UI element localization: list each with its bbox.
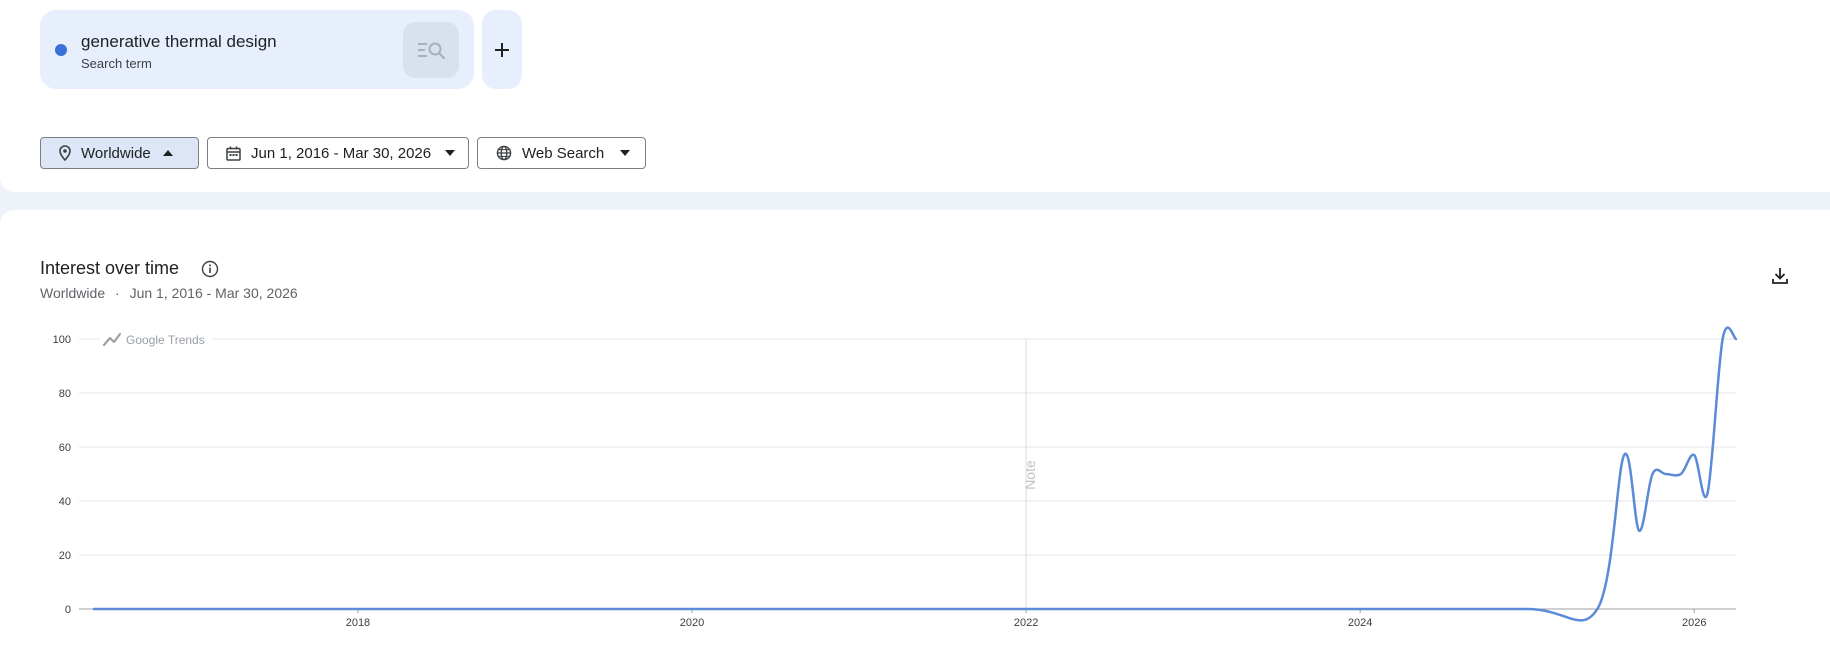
date-range-filter[interactable]: Jun 1, 2016 - Mar 30, 2026: [207, 137, 469, 169]
note-label: Note: [1022, 460, 1038, 490]
location-filter-label: Worldwide: [81, 144, 151, 162]
search-term-type: Search term: [81, 56, 152, 71]
y-tick-label: 0: [65, 604, 71, 616]
caret-up-icon: [162, 150, 173, 156]
date-range-label: Jun 1, 2016 - Mar 30, 2026: [251, 144, 432, 162]
location-pin-icon: [59, 145, 71, 161]
y-tick-label: 40: [59, 496, 71, 508]
x-tick-label: 2022: [1014, 617, 1038, 629]
y-tick-label: 80: [59, 388, 71, 400]
x-tick-label: 2020: [680, 617, 704, 629]
search-term-options-button[interactable]: [403, 22, 459, 78]
search-term-name[interactable]: generative thermal design: [81, 32, 277, 52]
location-filter[interactable]: Worldwide: [40, 137, 199, 169]
caret-down-icon: [445, 150, 456, 156]
series-line: [92, 326, 1738, 622]
y-tick-label: 100: [53, 334, 71, 346]
search-type-filter[interactable]: Web Search: [477, 137, 646, 169]
calendar-icon: [226, 146, 241, 161]
search-type-label: Web Search: [522, 144, 605, 162]
x-tick-label: 2024: [1348, 617, 1372, 629]
globe-icon: [496, 145, 512, 161]
top-panel: generative thermal design Search term Wo…: [0, 0, 1830, 192]
y-tick-label: 60: [59, 442, 71, 454]
interest-chart: Note 0 20 40 60 80 100 2018 2020 2022 2024 2026 G…: [53, 326, 1738, 629]
search-term-card[interactable]: generative thermal design Search term: [40, 10, 474, 89]
add-comparison-button[interactable]: [482, 10, 522, 89]
x-tick-label: 2018: [346, 617, 370, 629]
x-tick-label: 2026: [1682, 617, 1706, 629]
y-tick-label: 20: [59, 550, 71, 562]
watermark-text: Google Trends: [126, 333, 205, 347]
search-list-icon: [418, 42, 446, 60]
caret-down-icon: [620, 150, 631, 156]
interest-over-time-panel: Interest over time Worldwide · Jun 1, 20…: [0, 210, 1830, 670]
series-color-dot: [55, 44, 67, 56]
plus-icon: [495, 42, 509, 57]
